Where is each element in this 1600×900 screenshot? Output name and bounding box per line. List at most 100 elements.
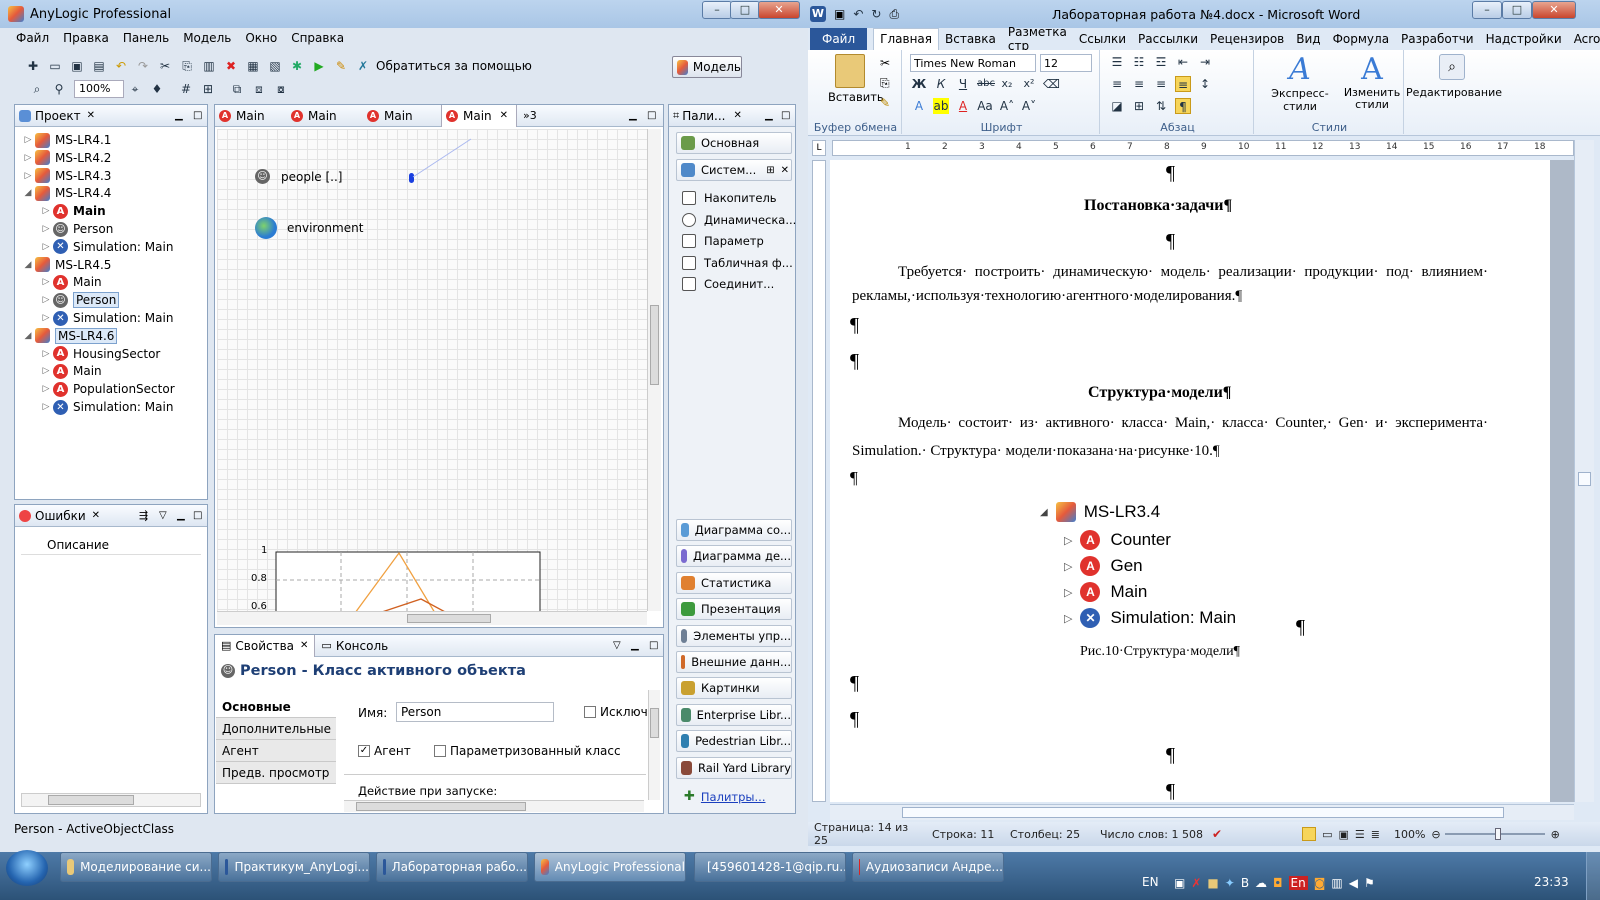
expand-arrow-icon[interactable]: ▷ bbox=[39, 402, 53, 412]
close-tab-icon[interactable]: ✕ bbox=[92, 510, 100, 521]
font-name-combo[interactable] bbox=[910, 54, 1036, 72]
taskbar-item[interactable]: AnyLogic Professional bbox=[534, 852, 686, 882]
format-painter-icon[interactable]: ✎ bbox=[880, 96, 890, 110]
palette-section[interactable]: Внешние данн... bbox=[676, 651, 792, 673]
paste-icon[interactable]: ▥ bbox=[201, 58, 217, 74]
menu-edit[interactable]: Правка bbox=[63, 31, 109, 49]
font-color-icon[interactable]: A bbox=[955, 98, 971, 114]
taskbar-item[interactable]: Аудиозаписи Андре... bbox=[852, 852, 1004, 882]
canvas-vscrollbar[interactable] bbox=[647, 129, 661, 611]
palette-main[interactable]: Основная bbox=[676, 132, 792, 154]
maximize-panel-icon[interactable]: □ bbox=[649, 640, 658, 651]
tree-item[interactable]: ◢ MS-LR4.6 bbox=[21, 327, 118, 345]
order-icon[interactable]: ⧇ bbox=[273, 81, 289, 97]
props-vscrollbar[interactable] bbox=[648, 690, 660, 800]
parametrized-class-checkbox[interactable]: Параметризованный класс bbox=[434, 744, 621, 758]
undo-icon[interactable]: ↶ bbox=[853, 7, 863, 21]
redo-icon[interactable]: ↻ bbox=[871, 7, 881, 21]
errors-column-header[interactable]: Описание bbox=[21, 535, 201, 555]
props-hscrollbar[interactable] bbox=[344, 800, 644, 812]
tab-acrobat[interactable]: Acrobat bbox=[1568, 32, 1600, 46]
taskbar-item[interactable]: [459601428-1@qip.ru... bbox=[694, 852, 846, 882]
tab-home[interactable]: Главная bbox=[873, 28, 939, 50]
horizontal-ruler[interactable]: 1 2 3 4 5 6 7 8 9 10 11 12 13 14 15 16 17 18 bbox=[832, 140, 1574, 156]
strikethrough-icon[interactable]: abc bbox=[977, 76, 995, 92]
palettes-link[interactable]: ✚ Палитры... bbox=[684, 789, 765, 804]
show-desktop-button[interactable] bbox=[1586, 852, 1600, 900]
view-menu-icon[interactable]: ▽ bbox=[159, 510, 167, 521]
tab-file[interactable]: Файл bbox=[810, 28, 868, 50]
save-icon[interactable]: ▣ bbox=[834, 7, 845, 21]
zoom-icon[interactable]: ⌕ bbox=[29, 81, 45, 97]
save-all-icon[interactable]: ▤ bbox=[91, 58, 107, 74]
build-all-icon[interactable]: ▧ bbox=[267, 58, 283, 74]
taskbar-item[interactable]: Лабораторная рабо... bbox=[376, 852, 528, 882]
help-button[interactable]: Обратиться за помощью bbox=[376, 59, 532, 73]
view-toggle-icon[interactable]: ⊞ bbox=[766, 165, 774, 176]
minimize-panel-icon[interactable]: ▁ bbox=[631, 640, 639, 651]
close-button[interactable]: ✕ bbox=[758, 1, 800, 19]
tray-b-icon[interactable]: B bbox=[1241, 876, 1249, 890]
minimize-panel-icon[interactable]: ▁ bbox=[629, 110, 637, 121]
expand-arrow-icon[interactable]: ▷ bbox=[39, 295, 53, 305]
open-icon[interactable]: ▭ bbox=[47, 58, 63, 74]
palette-section[interactable]: Диаграмма со... bbox=[676, 519, 792, 541]
editor-tab-main-3[interactable]: A Main bbox=[367, 109, 441, 123]
maximize-panel-icon[interactable]: □ bbox=[193, 510, 202, 521]
graphical-canvas[interactable]: ☺ people [..] environment 1 0.8 0.6 bbox=[217, 129, 647, 613]
redo-icon[interactable]: ↷ bbox=[135, 58, 151, 74]
minimize-button[interactable]: – bbox=[702, 1, 732, 19]
palette-section[interactable]: Enterprise Libr... bbox=[676, 703, 792, 726]
figure-model-tree[interactable]: ◢ MS-LR3.4 ▷ A Counter ▷ A Gen ▷ A Main ▷ ✕ Simulat… bbox=[1040, 502, 1360, 632]
tray-cloud-icon[interactable]: ☁ bbox=[1255, 876, 1267, 890]
grow-font-icon[interactable]: A˄ bbox=[999, 98, 1015, 114]
expand-arrow-icon[interactable]: ▷ bbox=[39, 206, 53, 216]
tray-volume-icon[interactable]: ◀ bbox=[1349, 876, 1358, 890]
palette-section[interactable]: Pedestrian Libr... bbox=[676, 730, 792, 753]
status-column[interactable]: Столбец: 25 bbox=[1010, 828, 1100, 841]
tray-en-icon[interactable]: En bbox=[1288, 876, 1308, 890]
people-element[interactable]: ☺ people [..] bbox=[255, 169, 342, 184]
tree-item[interactable]: ▷ ✕ Simulation: Main bbox=[39, 238, 173, 256]
magnify-icon[interactable]: ⚲ bbox=[51, 81, 67, 97]
tab-insert[interactable]: Вставка bbox=[939, 32, 1002, 46]
editing-button[interactable]: ⌕ Редактирование bbox=[1406, 54, 1502, 99]
agent-checkbox[interactable]: ✓ Агент bbox=[358, 744, 411, 758]
increase-indent-icon[interactable]: ⇥ bbox=[1197, 54, 1213, 70]
help-icon[interactable]: ✗ bbox=[355, 58, 371, 74]
maximize-button[interactable]: □ bbox=[730, 1, 760, 19]
view-reading-icon[interactable]: ▭ bbox=[1322, 828, 1332, 841]
expand-arrow-icon[interactable]: ▷ bbox=[21, 135, 35, 145]
palette-item[interactable]: Соединит... bbox=[682, 274, 774, 294]
tray-folder-icon[interactable]: ■ bbox=[1207, 876, 1218, 890]
expand-arrow-icon[interactable]: ▷ bbox=[39, 313, 53, 323]
tool-icon[interactable]: ✎ bbox=[333, 58, 349, 74]
palette-item[interactable]: Табличная ф... bbox=[682, 253, 793, 273]
proofing-icon[interactable]: ✔ bbox=[1212, 827, 1222, 841]
collapse-arrow-icon[interactable]: ◢ bbox=[21, 260, 35, 270]
justify-icon[interactable]: ≡ bbox=[1175, 76, 1191, 92]
tree-item[interactable]: ▷ ✕ Simulation: Main bbox=[39, 309, 173, 327]
errors-tab[interactable]: Ошибки ✕ bbox=[19, 509, 100, 523]
tree-item[interactable]: ▷ MS-LR4.2 bbox=[21, 149, 111, 167]
menu-window[interactable]: Окно bbox=[245, 31, 277, 49]
zoom-combo[interactable]: 100% bbox=[74, 80, 124, 98]
tray-bluetooth-icon[interactable]: ✦ bbox=[1225, 876, 1235, 890]
text-effects-icon[interactable]: A bbox=[911, 98, 927, 114]
clock[interactable]: 23:33 bbox=[1534, 875, 1569, 889]
zoom-out-icon[interactable]: ⊖ bbox=[1431, 828, 1440, 841]
name-input[interactable] bbox=[396, 702, 554, 722]
view-outline-icon[interactable]: ☰ bbox=[1355, 828, 1365, 841]
shrink-font-icon[interactable]: A˅ bbox=[1021, 98, 1037, 114]
tree-item[interactable]: ▷ A HousingSector bbox=[39, 345, 160, 363]
cut-icon[interactable]: ✂ bbox=[157, 58, 173, 74]
copy-icon[interactable]: ⎘ bbox=[179, 58, 195, 74]
group-icon[interactable]: ⧈ bbox=[251, 81, 267, 97]
tab-layout[interactable]: Разметка стр bbox=[1002, 25, 1073, 53]
palette-section[interactable]: Картинки bbox=[676, 677, 792, 700]
props-section-preview[interactable]: Предв. просмотр bbox=[216, 762, 336, 784]
tab-references[interactable]: Ссылки bbox=[1073, 32, 1132, 46]
expand-arrow-icon[interactable]: ▷ bbox=[21, 153, 35, 163]
menu-model[interactable]: Модель bbox=[183, 31, 231, 49]
numbering-icon[interactable]: ☷ bbox=[1131, 54, 1147, 70]
